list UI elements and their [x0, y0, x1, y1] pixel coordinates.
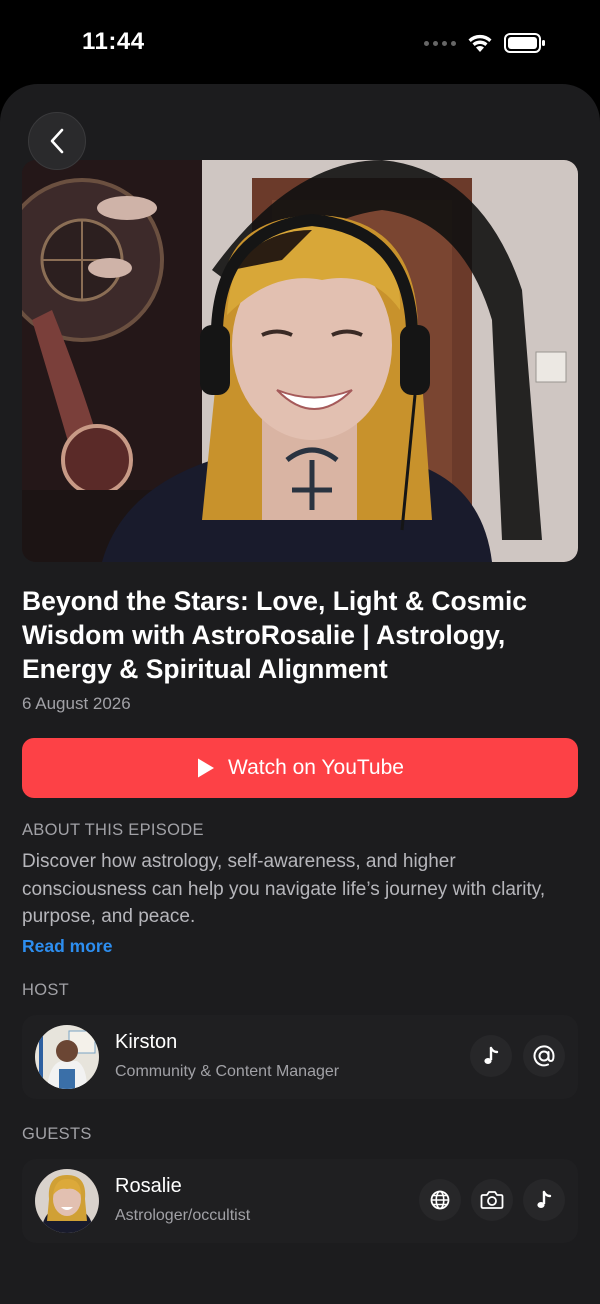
avatar	[35, 1169, 99, 1233]
read-more-link[interactable]: Read more	[22, 936, 112, 957]
guest-website-button[interactable]	[419, 1179, 461, 1221]
episode-detail-sheet: Beyond the Stars: Love, Light & Cosmic W…	[0, 84, 600, 1304]
at-sign-icon	[533, 1045, 555, 1067]
about-episode-text: Discover how astrology, self-awareness, …	[22, 851, 546, 927]
status-bar: 11:44	[0, 0, 600, 84]
watch-on-youtube-button[interactable]: Watch on YouTube	[22, 738, 578, 798]
host-heading: HOST	[22, 981, 70, 999]
video-thumbnail[interactable]	[22, 160, 578, 562]
status-time: 11:44	[82, 28, 145, 55]
music-note-icon	[537, 1190, 552, 1208]
about-episode-heading: ABOUT THIS EPISODE	[22, 821, 204, 839]
guests-heading: GUESTS	[22, 1125, 92, 1143]
wifi-icon	[468, 34, 492, 52]
battery-icon	[504, 33, 545, 53]
status-icons	[424, 32, 546, 54]
host-name: Kirston	[115, 1031, 178, 1053]
guest-tiktok-button[interactable]	[523, 1179, 565, 1221]
camera-icon	[480, 1191, 504, 1209]
guest-role: Astrologer/occultist	[115, 1207, 251, 1224]
episode-title: Beyond the Stars: Love, Light & Cosmic W…	[22, 586, 528, 684]
avatar	[35, 1025, 99, 1089]
host-threads-button[interactable]	[523, 1035, 565, 1077]
back-button[interactable]	[28, 112, 86, 170]
globe-icon	[430, 1190, 450, 1210]
host-avatar-image	[35, 1025, 99, 1089]
guest-avatar-image	[35, 1169, 99, 1233]
host-card[interactable]: Kirston Community & Content Manager	[22, 1015, 578, 1099]
play-icon	[198, 758, 215, 778]
music-note-icon	[484, 1046, 499, 1064]
guest-card[interactable]: Rosalie Astrologer/occultist	[22, 1159, 578, 1243]
guest-instagram-button[interactable]	[471, 1179, 513, 1221]
watch-button-label: Watch on YouTube	[228, 756, 404, 779]
host-role: Community & Content Manager	[115, 1063, 340, 1080]
episode-date: 6 August 2026	[22, 694, 131, 713]
video-thumbnail-image	[22, 160, 578, 562]
cellular-signal-icon	[424, 40, 456, 46]
chevron-left-icon	[50, 128, 64, 154]
host-tiktok-button[interactable]	[470, 1035, 512, 1077]
guest-name: Rosalie	[115, 1175, 182, 1197]
